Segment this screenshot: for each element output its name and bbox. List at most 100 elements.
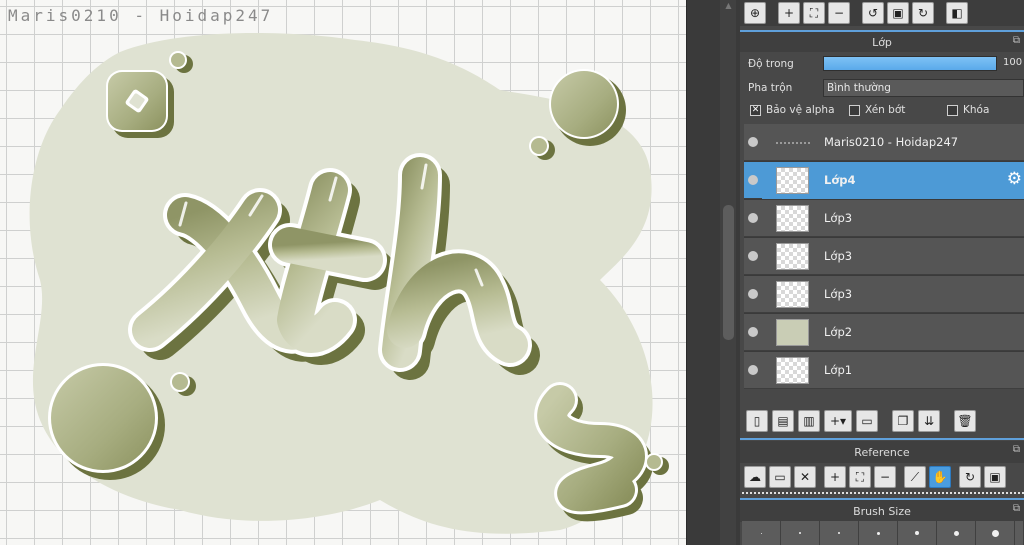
drawing-canvas[interactable]: Maris0210 - Hoidap247 bbox=[0, 0, 686, 545]
layer-thumbnail bbox=[776, 319, 809, 346]
view-toolbar: ⊕ + ⛶ − ↺ ▣ ↻ ◧ bbox=[740, 0, 1024, 26]
layer-name: Lớp3 bbox=[824, 211, 853, 225]
new-1bit-layer-icon[interactable]: ▥ bbox=[798, 410, 820, 432]
clip-checkbox[interactable]: Xén bớt bbox=[849, 104, 905, 116]
zoom-reset-icon[interactable]: ⊕ bbox=[744, 2, 766, 24]
close-icon[interactable]: ✕ bbox=[794, 466, 816, 488]
lock-checkbox[interactable]: Khóa bbox=[947, 104, 989, 116]
visibility-eye-icon[interactable] bbox=[748, 175, 758, 185]
layer-item[interactable]: Lớp3 bbox=[744, 276, 1024, 313]
visibility-eye-icon[interactable] bbox=[748, 137, 758, 147]
layer-name: Maris0210 - Hoidap247 bbox=[824, 135, 959, 149]
visibility-eye-icon[interactable] bbox=[748, 213, 758, 223]
visibility-eye-icon[interactable] bbox=[748, 251, 758, 261]
flip-icon[interactable]: ◧ bbox=[946, 2, 968, 24]
layer-name: Lớp1 bbox=[824, 363, 853, 377]
layer-name: Lớp4 bbox=[824, 173, 856, 187]
zoom-in-icon[interactable]: + bbox=[824, 466, 846, 488]
layer-item[interactable]: Lớp2 bbox=[744, 314, 1024, 351]
layer-item-selected[interactable]: Lớp4 ⚙ bbox=[744, 162, 1024, 199]
merge-down-icon[interactable]: ⇊ bbox=[918, 410, 940, 432]
reference-toolbar: ☁ ▭ ✕ + ⛶ − ⟋ ✋ ↻ ▣ bbox=[744, 464, 1024, 490]
clip-box[interactable] bbox=[849, 104, 860, 116]
layer-options-row: ✕ Bảo vệ alpha Xén bớt Khóa bbox=[740, 99, 1024, 123]
layer-toolbar: ▯ ▤ ▥ +▾ ▭ ❐ ⇊ 🗑 bbox=[744, 408, 1024, 434]
fit-icon[interactable]: ⛶ bbox=[803, 2, 825, 24]
fit-icon[interactable]: ⛶ bbox=[849, 466, 871, 488]
layer-item[interactable]: Lớp1 bbox=[744, 352, 1024, 389]
blend-label: Pha trộn bbox=[748, 82, 793, 94]
canvas-vertical-scrollbar[interactable]: ▲ bbox=[686, 0, 740, 545]
visibility-eye-icon[interactable] bbox=[748, 289, 758, 299]
brush-size-option[interactable] bbox=[781, 521, 820, 545]
layer-item[interactable]: Lớp3 bbox=[744, 238, 1024, 275]
protect-alpha-checkbox[interactable]: ✕ Bảo vệ alpha bbox=[750, 104, 835, 116]
scroll-up-arrow-icon[interactable]: ▲ bbox=[723, 2, 734, 10]
scrollbar-thumb[interactable] bbox=[723, 205, 734, 340]
new-layer-icon[interactable]: ▯ bbox=[746, 410, 768, 432]
rotate-left-icon[interactable]: ↺ bbox=[862, 2, 884, 24]
open-folder-icon[interactable]: ▭ bbox=[769, 466, 791, 488]
rotate-icon[interactable]: ↻ bbox=[959, 466, 981, 488]
blend-row: Pha trộn Bình thường bbox=[740, 76, 1024, 100]
canvas-watermark: Maris0210 - Hoidap247 bbox=[8, 6, 274, 25]
lock-box[interactable] bbox=[947, 104, 958, 116]
layer-thumbnail bbox=[776, 357, 809, 384]
popout-icon[interactable]: ⧉ bbox=[1013, 503, 1020, 514]
protect-alpha-label: Bảo vệ alpha bbox=[766, 104, 835, 116]
add-layer-dropdown-icon[interactable]: +▾ bbox=[824, 410, 852, 432]
hand-icon[interactable]: ✋ bbox=[929, 466, 951, 488]
brush-size-option[interactable] bbox=[1015, 521, 1024, 545]
rotate-right-icon[interactable]: ↻ bbox=[912, 2, 934, 24]
right-panel: ⊕ + ⛶ − ↺ ▣ ↻ ◧ Lớp ⧉ Độ trong 100 Pha t… bbox=[740, 0, 1024, 545]
reference-panel-title: Reference bbox=[854, 445, 910, 459]
zoom-out-icon[interactable]: − bbox=[828, 2, 850, 24]
popout-icon[interactable]: ⧉ bbox=[1013, 35, 1020, 46]
new-8bit-layer-icon[interactable]: ▤ bbox=[772, 410, 794, 432]
layer-thumbnail bbox=[776, 167, 809, 194]
visibility-eye-icon[interactable] bbox=[748, 365, 758, 375]
zoom-in-icon[interactable]: + bbox=[778, 2, 800, 24]
brush-size-option[interactable] bbox=[976, 521, 1015, 545]
opacity-row: Độ trong 100 bbox=[740, 52, 1024, 76]
brush-size-option[interactable] bbox=[898, 521, 937, 545]
layer-thumbnail bbox=[776, 281, 809, 308]
folder-icon[interactable]: ▭ bbox=[856, 410, 878, 432]
trash-icon[interactable]: 🗑 bbox=[954, 410, 976, 432]
brush-size-list bbox=[742, 521, 1024, 545]
brush-size-option[interactable] bbox=[859, 521, 898, 545]
duplicate-layer-icon[interactable]: ❐ bbox=[892, 410, 914, 432]
blend-mode-select[interactable]: Bình thường bbox=[823, 79, 1024, 97]
layer-list: Maris0210 - Hoidap247 Lớp4 ⚙ Lớp3 Lớp3 L… bbox=[744, 124, 1024, 389]
reference-image-strip bbox=[742, 492, 1024, 497]
text-layer-thumbnail bbox=[776, 142, 810, 144]
layer-item[interactable]: Lớp3 bbox=[744, 200, 1024, 237]
cloud-download-icon[interactable]: ☁ bbox=[744, 466, 766, 488]
opacity-slider[interactable] bbox=[823, 56, 997, 71]
layers-panel-header: Lớp ⧉ bbox=[740, 30, 1024, 52]
visibility-eye-icon[interactable] bbox=[748, 327, 758, 337]
gear-icon[interactable]: ⚙ bbox=[1007, 171, 1022, 188]
fullscreen-icon[interactable]: ▣ bbox=[984, 466, 1006, 488]
opacity-label: Độ trong bbox=[748, 58, 794, 70]
app-window: Maris0210 - Hoidap247 ▲ ⊕ + ⛶ − ↺ ▣ ↻ ◧ … bbox=[0, 0, 1024, 545]
layer-name: Lớp2 bbox=[824, 325, 853, 339]
layer-item[interactable]: Maris0210 - Hoidap247 bbox=[744, 124, 1024, 161]
brush-size-option[interactable] bbox=[742, 521, 781, 545]
brush-size-option[interactable] bbox=[937, 521, 976, 545]
layer-name: Lớp3 bbox=[824, 249, 853, 263]
layers-panel-title: Lớp bbox=[872, 35, 892, 49]
brush-size-panel-header: Brush Size ⧉ bbox=[740, 500, 1024, 522]
layer-thumbnail bbox=[776, 243, 809, 270]
fullscreen-icon[interactable]: ▣ bbox=[887, 2, 909, 24]
popout-icon[interactable]: ⧉ bbox=[1013, 444, 1020, 455]
protect-alpha-box[interactable]: ✕ bbox=[750, 104, 761, 116]
zoom-out-icon[interactable]: − bbox=[874, 466, 896, 488]
brush-size-option[interactable] bbox=[820, 521, 859, 545]
reference-panel-header: Reference ⧉ bbox=[740, 441, 1024, 463]
layer-thumbnail bbox=[776, 205, 809, 232]
eyedropper-icon[interactable]: ⟋ bbox=[904, 466, 926, 488]
artwork bbox=[29, 32, 669, 534]
opacity-value: 100 bbox=[1003, 57, 1023, 68]
lock-label: Khóa bbox=[963, 104, 990, 116]
